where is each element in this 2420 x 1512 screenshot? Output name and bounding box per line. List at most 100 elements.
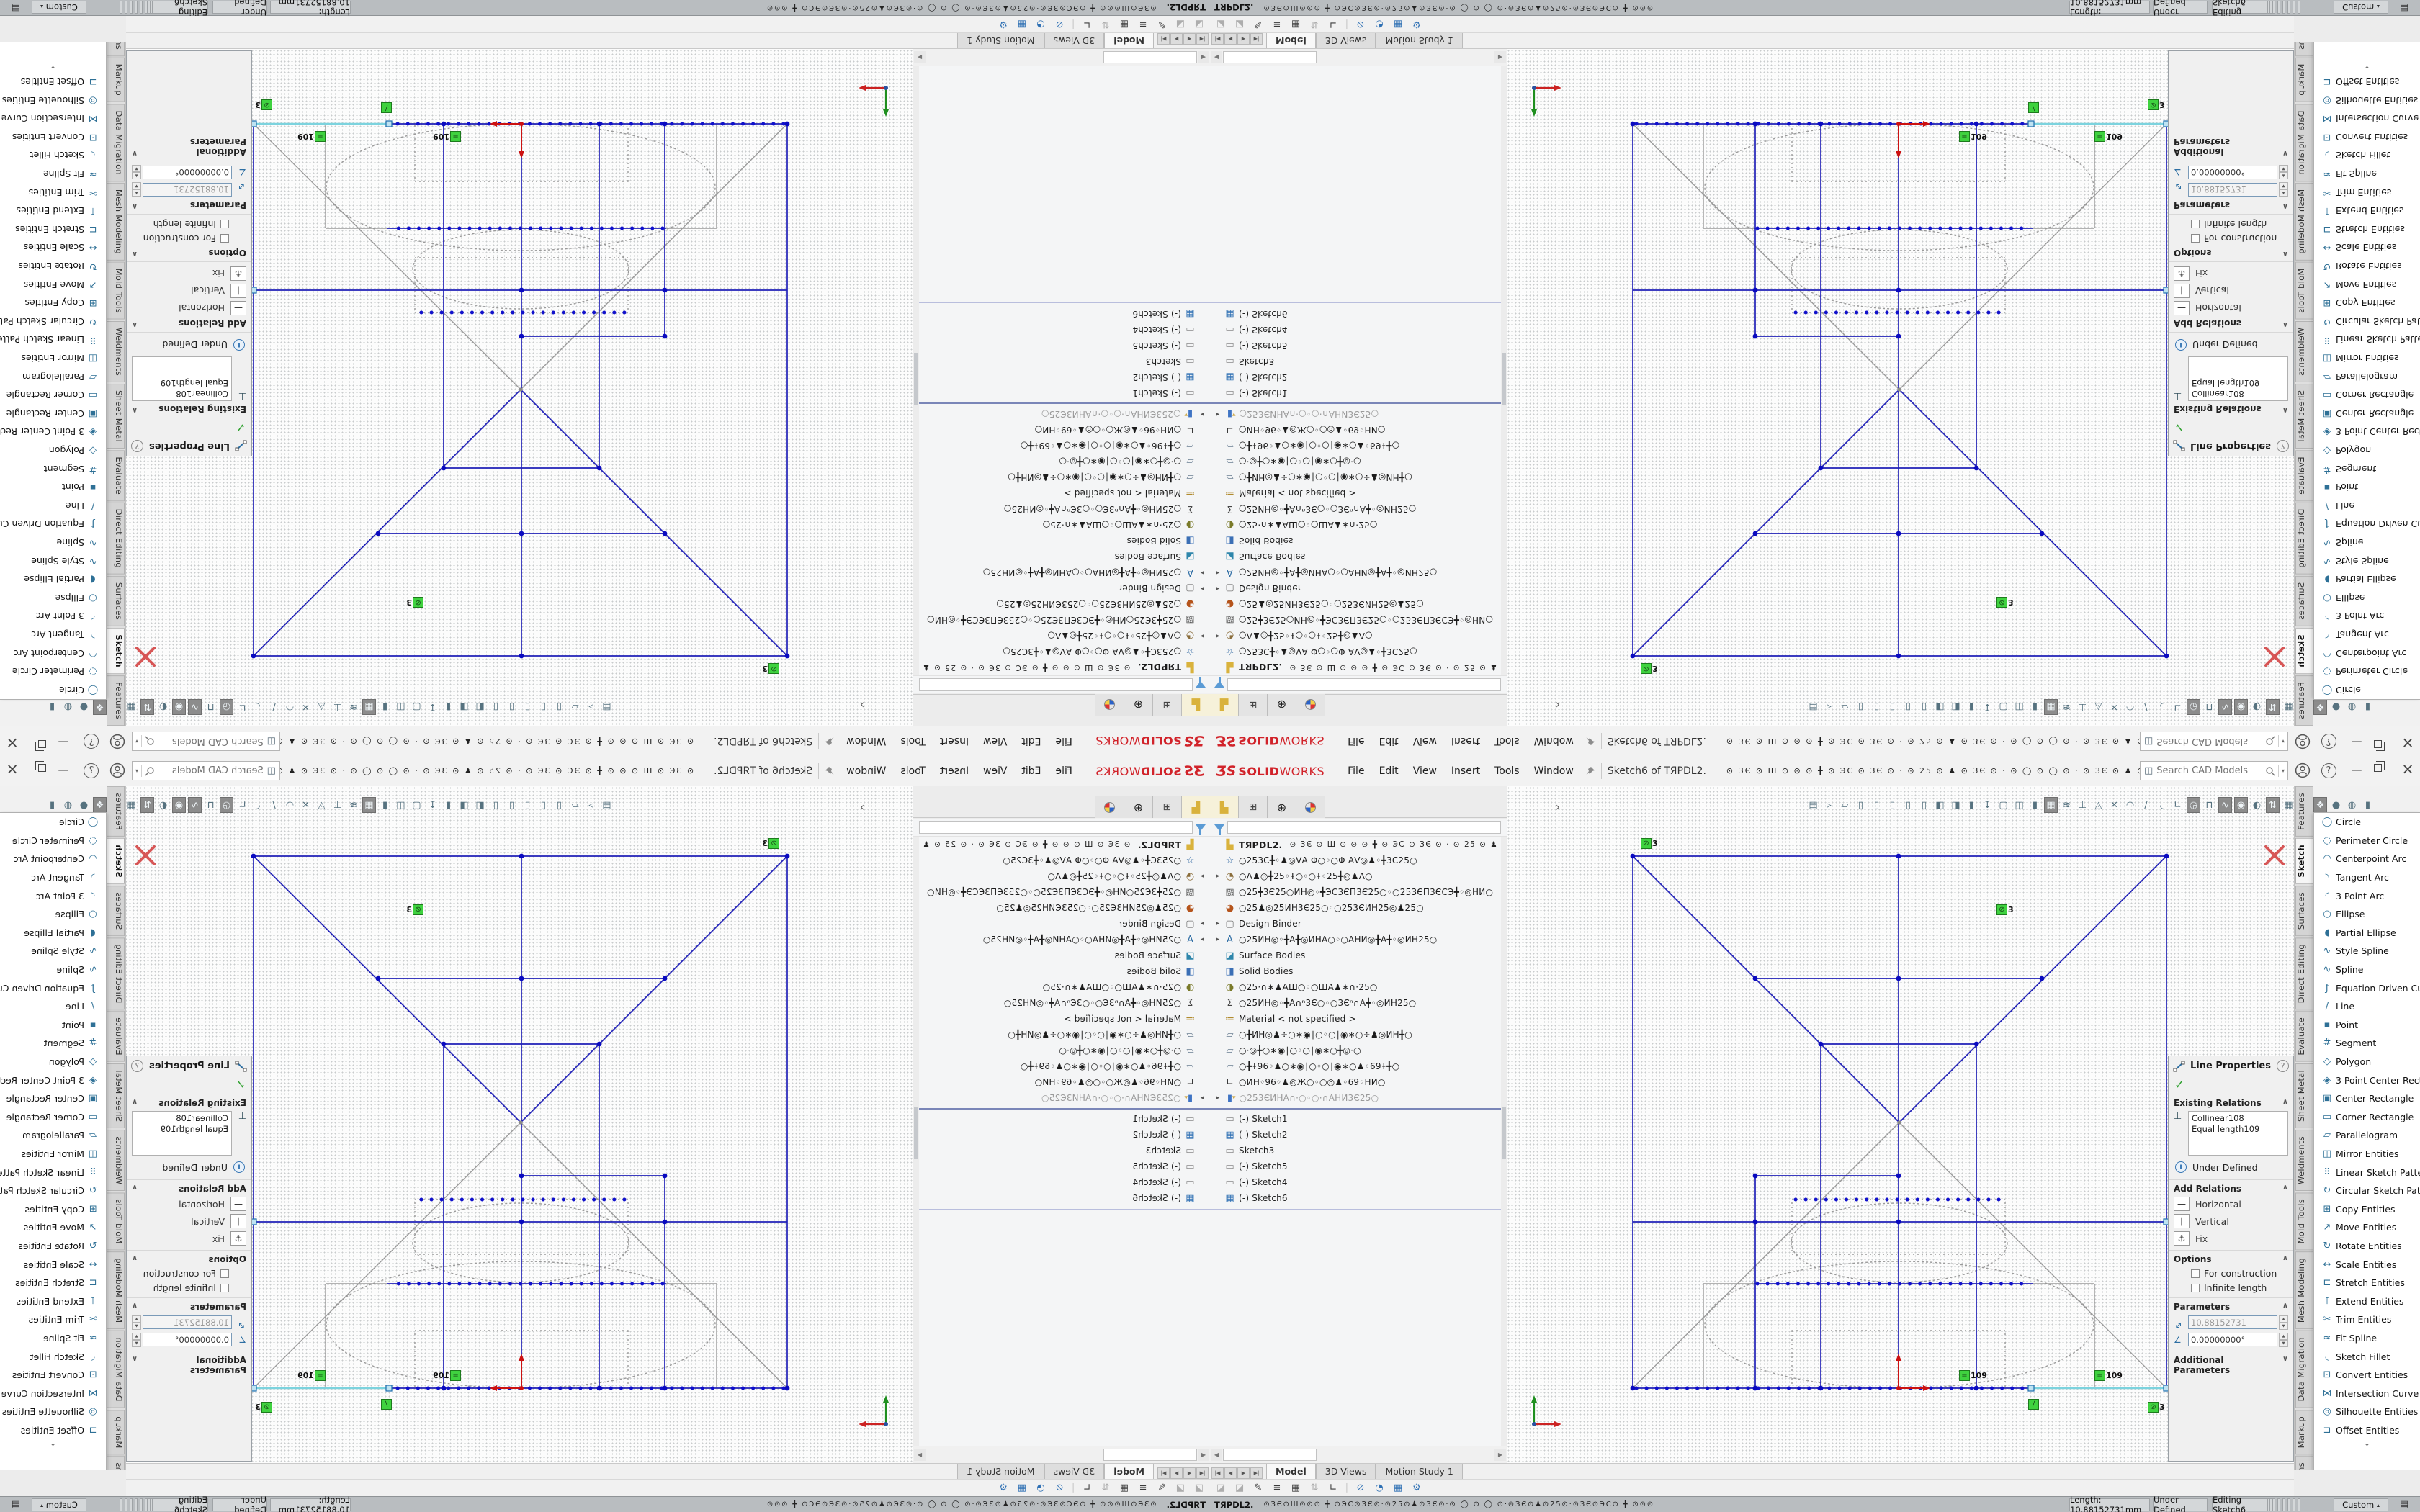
- tools-menu-item[interactable]: ƒ Equation Driven Curve: [2314, 515, 2420, 534]
- tree-item[interactable]: ▱ ○╋Ŧ96◦♟○∗◉∣○◦○∣◉∗○♟◦69Ŧ╋○: [1210, 1058, 1501, 1074]
- angle-spinner[interactable]: ▲▼: [132, 1333, 141, 1346]
- tab-nav-icon[interactable]: ▶|: [1157, 1467, 1170, 1479]
- help-button[interactable]: ?: [2320, 733, 2337, 750]
- tools-menu-item[interactable]: ≈ Fit Spline: [2314, 165, 2420, 184]
- heads-up-icon[interactable]: ⇅: [140, 797, 154, 813]
- tab-nav-icon[interactable]: ▶: [1237, 33, 1250, 45]
- heads-up-icon[interactable]: ▮: [2361, 797, 2375, 813]
- tools-menu-item[interactable]: ◫ Mirror Entities: [0, 1145, 106, 1164]
- tree-item[interactable]: ◕ ○25♟◎25ИН3Є25○◦○253ЄИН25◎♟25○: [919, 596, 1210, 612]
- bottom-toolbar-icon[interactable]: ✎: [1250, 1481, 1266, 1495]
- heads-up-icon[interactable]: ▯: [1854, 797, 1868, 813]
- tab-featuremanager-tree[interactable]: ▙: [1210, 694, 1239, 716]
- menu-item[interactable]: Window: [1527, 733, 1581, 750]
- heads-up-icon[interactable]: ◶: [220, 797, 233, 813]
- relation-tag[interactable]: = 109: [297, 131, 326, 142]
- heads-up-icon[interactable]: ▯: [1870, 699, 1883, 715]
- model-tab[interactable]: Motion Study 1: [957, 33, 1044, 48]
- relations-listbox[interactable]: Collinear108 Equal length109: [132, 356, 232, 401]
- tools-menu-item[interactable]: ⊐ Offset Entities: [0, 73, 106, 91]
- tree-item[interactable]: ▨ ○25╋3Є25○ИН◎◦╋ЭС3ЄП3Є25○◦○253ЄП3ЄСЭ╋◦◎…: [919, 884, 1210, 900]
- heads-up-icon[interactable]: ▯: [1901, 797, 1915, 813]
- bottom-toolbar-icon[interactable]: ⇅: [1098, 1481, 1113, 1495]
- checkbox[interactable]: [2191, 1269, 2200, 1278]
- tree-root-item[interactable]: ▙ TЯPDL2. ⊙ ЗЄ ⊙ Ш ⊙ ⊙ ⊙ ╋ ⊙ ЭС ⊙ ЗЄ ⊙ ·…: [919, 837, 1210, 852]
- tools-menu-item[interactable]: ↻ Circular Sketch Pattern: [0, 1182, 106, 1200]
- tab-nav-icon[interactable]: |◀: [1196, 33, 1209, 45]
- heads-up-icon[interactable]: ◫: [394, 699, 408, 715]
- commandmanager-tab[interactable]: Data Migration: [2295, 104, 2313, 181]
- heads-up-icon[interactable]: ▹: [1822, 699, 1836, 715]
- collapse-icon[interactable]: ∧: [132, 404, 138, 414]
- commandmanager-tab[interactable]: Markup: [2295, 1410, 2313, 1454]
- bottom-toolbar-icon[interactable]: ▦: [1116, 17, 1132, 32]
- tools-menu-item[interactable]: ↻ Rotate Entities: [2314, 257, 2420, 276]
- scroll-thumb[interactable]: [1103, 1449, 1197, 1461]
- tools-menu-item[interactable]: ↔ Scale Entities: [2314, 1255, 2420, 1274]
- heads-up-icon[interactable]: ▦: [2044, 699, 2058, 715]
- tree-item[interactable]: Σ ○25ИН◎◦╋А∩ⁿ3Є○◦○3Єⁿ∩А╋◦◎ИН25○: [1210, 995, 1501, 1011]
- heads-up-icon[interactable]: ⇅: [2266, 699, 2280, 715]
- tools-menu-item[interactable]: ◖ Partial Ellipse: [0, 570, 106, 589]
- menu-item[interactable]: File: [1048, 762, 1079, 780]
- tools-menu-item[interactable]: ◜ 3 Point Arc: [2314, 886, 2420, 905]
- status-tag-icon[interactable]: ▤: [12, 1499, 20, 1510]
- tools-menu-item[interactable]: ◇ Polygon: [2314, 441, 2420, 460]
- heads-up-icon[interactable]: ▯: [1917, 797, 1931, 813]
- restore-button[interactable]: [2374, 764, 2382, 772]
- flyout-expand-arrow[interactable]: ›: [1550, 798, 1566, 816]
- tab-nav-icon[interactable]: ▶: [1170, 1467, 1183, 1479]
- line-handles[interactable]: [251, 121, 392, 293]
- tools-menu-item[interactable]: ◜ 3 Point Arc: [2314, 607, 2420, 626]
- heads-up-icon[interactable]: ▦: [125, 797, 138, 813]
- bottom-toolbar-icon[interactable]: ▦: [1390, 17, 1406, 32]
- tab-displaymanager[interactable]: [1095, 694, 1124, 716]
- tools-menu-item[interactable]: ≈ Fit Spline: [2314, 1329, 2420, 1348]
- bottom-toolbar-icon[interactable]: ⚙: [995, 17, 1011, 32]
- heads-up-icon[interactable]: ∕: [2139, 699, 2153, 715]
- tree-item[interactable]: ▸ ◔ ○Λ♟◎╋25◦Ŧ○◦○Ŧ◦25╋◎♟Λ○: [1210, 628, 1501, 644]
- angle-field[interactable]: 0.00000000°: [143, 166, 232, 179]
- heads-up-icon[interactable]: ▯: [1854, 699, 1868, 715]
- tools-menu-item[interactable]: ▭ Corner Rectangle: [0, 386, 106, 405]
- tree-item[interactable]: ▱ ○╋Ŧ96◦♟○∗◉∣○◦○∣◉∗○♟◦69Ŧ╋○: [919, 1058, 1210, 1074]
- tree-item[interactable]: ∟ ○ИН◦96◦♟◎Ж○◦○◎♟◦69◦НИ○: [919, 1074, 1210, 1090]
- bottom-toolbar-icon[interactable]: ◪: [1191, 1481, 1207, 1495]
- tree-item[interactable]: ◑ ○25·∩∗♟АШ○◦○ША♟∗∩·25○: [1210, 979, 1501, 995]
- model-tab[interactable]: Model: [1104, 33, 1154, 48]
- heads-up-icon[interactable]: ∿: [2218, 699, 2232, 715]
- angle-field[interactable]: 0.00000000°: [2188, 166, 2277, 179]
- search-icon[interactable]: [2265, 766, 2275, 776]
- heads-up-icon[interactable]: ◧: [1933, 699, 1947, 715]
- commandmanager-tab[interactable]: Sketch: [2295, 838, 2313, 884]
- tree-sketch-item[interactable]: ▭ Sketch3: [1210, 354, 1501, 369]
- tree-item[interactable]: ▱ ○╋ИН◎♟÷○∗◉∣○◦○∣◉∗○÷♟◎ИН╋○: [1210, 1027, 1501, 1043]
- tools-menu-item[interactable]: ◌ Perimeter Circle: [0, 662, 106, 681]
- bottom-toolbar-icon[interactable]: ∣: [1344, 1481, 1350, 1495]
- tree-horizontal-scrollbar[interactable]: ◀ ▶: [913, 49, 1210, 66]
- heads-up-icon[interactable]: ▤: [600, 699, 614, 715]
- tree-item[interactable]: ▸ ▢ Design Binder: [1210, 916, 1501, 932]
- tab-propertymanager[interactable]: ⊞: [1239, 796, 1268, 818]
- tab-nav-icon[interactable]: ▶|: [1157, 33, 1170, 45]
- tools-menu-item[interactable]: ↔ Scale Entities: [0, 1255, 106, 1274]
- tools-menu-item[interactable]: ◯ Circle: [2314, 680, 2420, 699]
- tree-vertical-scrollbar[interactable]: [913, 837, 919, 1446]
- collapse-icon[interactable]: ∧: [132, 1098, 138, 1108]
- tools-menu-item[interactable]: ✂ Trim Entities: [0, 1310, 106, 1329]
- heads-up-icon[interactable]: ◉: [172, 797, 186, 813]
- tools-menu-item[interactable]: ƒ Equation Driven Curve: [2314, 978, 2420, 997]
- search-icon[interactable]: [145, 737, 155, 747]
- tools-menu-item[interactable]: ⊞ Copy Entities: [2314, 1200, 2420, 1218]
- pin-icon[interactable]: [1585, 737, 1595, 747]
- tools-menu-item[interactable]: ⊏ Stretch Entities: [0, 1274, 106, 1292]
- expand-arrow-icon[interactable]: ▸: [1213, 585, 1223, 592]
- account-button[interactable]: [109, 733, 126, 750]
- tools-menu-item[interactable]: ⋈ Intersection Curve: [0, 109, 106, 128]
- tools-menu-item[interactable]: ⊺ Extend Entities: [2314, 1292, 2420, 1310]
- heads-up-icon[interactable]: ⇅: [140, 699, 154, 715]
- angle-field[interactable]: 0.00000000°: [143, 1333, 232, 1346]
- tools-menu-item[interactable]: ◟ Sketch Fillet: [0, 146, 106, 165]
- relation-entry[interactable]: Equal length109: [2192, 377, 2285, 388]
- tree-sketch-item[interactable]: ▭ (-) Sketch1: [1210, 385, 1501, 401]
